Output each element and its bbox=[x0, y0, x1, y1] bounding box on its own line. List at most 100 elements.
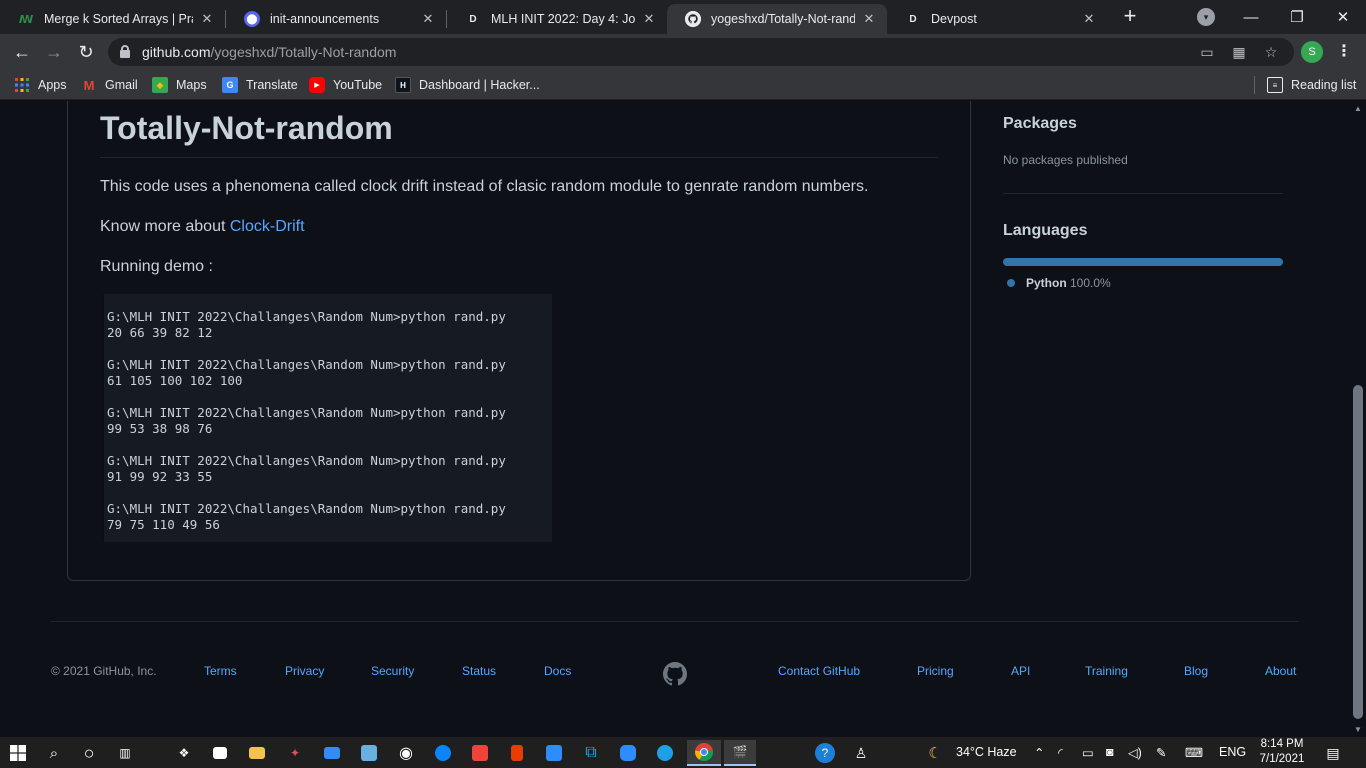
footer-link-security[interactable]: Security bbox=[371, 664, 414, 678]
profile-avatar[interactable]: S bbox=[1301, 41, 1323, 63]
keyboard-icon[interactable]: ⌨ bbox=[1185, 745, 1203, 760]
close-icon[interactable]: ✕ bbox=[1081, 11, 1097, 27]
packages-text: No packages published bbox=[1003, 153, 1128, 167]
volume-icon[interactable]: ◁) bbox=[1128, 745, 1142, 760]
clock[interactable]: 8:14 PM 7/1/2021 bbox=[1258, 737, 1306, 767]
translate-icon: G bbox=[222, 77, 238, 93]
tab-search-icon[interactable]: ▾ bbox=[1197, 8, 1215, 26]
close-window-button[interactable]: ✕ bbox=[1320, 0, 1366, 34]
video-editor-icon[interactable]: 🎬 bbox=[724, 740, 756, 766]
maximize-button[interactable]: ❐ bbox=[1274, 0, 1320, 34]
clock-drift-link[interactable]: Clock-Drift bbox=[230, 218, 305, 235]
close-icon[interactable]: ✕ bbox=[861, 11, 877, 27]
store-icon[interactable] bbox=[207, 740, 233, 766]
weather-text[interactable]: 34°C Haze bbox=[956, 745, 1017, 759]
weather-moon-icon[interactable]: ☾ bbox=[922, 740, 948, 766]
footer-link-docs[interactable]: Docs bbox=[544, 664, 571, 678]
footer-link-privacy[interactable]: Privacy bbox=[285, 664, 324, 678]
bookmark-apps[interactable]: Apps bbox=[14, 75, 67, 95]
app-icon[interactable] bbox=[356, 740, 382, 766]
code-line: G:\MLH INIT 2022\Challanges\Random Num>p… bbox=[107, 453, 506, 468]
lock-icon[interactable] bbox=[120, 45, 130, 58]
bookmark-gmail[interactable]: M Gmail bbox=[81, 75, 138, 95]
browser-toolbar: ← → ↻ github.com/yogeshxd/Totally-Not-ra… bbox=[0, 34, 1366, 70]
bookmark-youtube[interactable]: ▶ YouTube bbox=[309, 75, 382, 95]
github-logo-icon[interactable] bbox=[663, 662, 687, 686]
forward-button[interactable]: → bbox=[41, 39, 67, 65]
wifi-icon[interactable]: ◜ bbox=[1058, 745, 1063, 760]
search-icon[interactable]: ⌕ bbox=[41, 740, 67, 766]
scroll-up-icon[interactable]: ▲ bbox=[1354, 104, 1362, 113]
dropbox-icon[interactable]: ❖ bbox=[171, 740, 197, 766]
new-tab-button[interactable]: + bbox=[1118, 5, 1142, 29]
cast-icon[interactable]: ▭ bbox=[1198, 43, 1216, 61]
footer-link-pricing[interactable]: Pricing bbox=[917, 664, 954, 678]
language-name[interactable]: Python bbox=[1026, 276, 1067, 290]
footer-link-status[interactable]: Status bbox=[462, 664, 496, 678]
back-button[interactable]: ← bbox=[9, 39, 35, 65]
cortana-icon[interactable]: ○ bbox=[76, 740, 102, 766]
address-bar[interactable]: github.com/yogeshxd/Totally-Not-random ▭… bbox=[108, 38, 1294, 66]
footer-link-terms[interactable]: Terms bbox=[204, 664, 237, 678]
pen-icon[interactable]: ✎ bbox=[1156, 745, 1166, 760]
mail-icon[interactable] bbox=[319, 740, 345, 766]
clock-time: 8:14 PM bbox=[1260, 738, 1304, 750]
task-view-icon[interactable]: ▥ bbox=[112, 740, 138, 766]
zoom-meetings-icon[interactable] bbox=[615, 740, 641, 766]
bookmark-star-icon[interactable]: ☆ bbox=[1262, 43, 1280, 61]
close-icon[interactable]: ✕ bbox=[420, 11, 436, 27]
menu-icon[interactable]: ⋮ bbox=[1336, 42, 1352, 62]
tab-github-repo[interactable]: yogeshxd/Totally-Not-random ✕ bbox=[667, 4, 887, 34]
bookmark-translate[interactable]: G Translate bbox=[222, 75, 298, 95]
office-icon[interactable] bbox=[504, 740, 530, 766]
know-more-line: Know more about Clock-Drift bbox=[100, 218, 305, 236]
minimize-button[interactable]: — bbox=[1228, 0, 1274, 34]
messenger-icon[interactable] bbox=[430, 740, 456, 766]
obs-icon[interactable]: ◉ bbox=[393, 740, 419, 766]
help-icon[interactable]: ? bbox=[812, 740, 838, 766]
game-icon[interactable]: ✦ bbox=[282, 740, 308, 766]
footer-link-contact[interactable]: Contact GitHub bbox=[778, 664, 860, 678]
footer-link-about[interactable]: About bbox=[1265, 664, 1296, 678]
tab-init-announcements[interactable]: ⬤ init-announcements ✕ bbox=[226, 4, 446, 34]
geeksforgeeks-icon: ꟿ bbox=[18, 13, 34, 26]
devpost-icon: D bbox=[909, 13, 917, 25]
gmail-icon: M bbox=[83, 77, 95, 93]
page-scrollbar[interactable]: ▲ ▼ bbox=[1350, 101, 1366, 737]
code-block[interactable]: G:\MLH INIT 2022\Challanges\Random Num>p… bbox=[101, 294, 552, 542]
reading-list-button[interactable]: ≡ Reading list bbox=[1267, 75, 1356, 95]
footer-link-api[interactable]: API bbox=[1011, 664, 1030, 678]
bookmark-maps[interactable]: ◆ Maps bbox=[152, 75, 207, 95]
tab-devpost[interactable]: D Devpost ✕ bbox=[887, 4, 1107, 34]
footer-link-training[interactable]: Training bbox=[1085, 664, 1128, 678]
vscode-icon[interactable]: ⧉ bbox=[578, 740, 604, 766]
chrome-icon[interactable] bbox=[687, 740, 721, 766]
camera-icon[interactable]: ◙ bbox=[1106, 745, 1114, 759]
reload-button[interactable]: ↻ bbox=[73, 39, 99, 65]
scroll-down-icon[interactable]: ▼ bbox=[1354, 725, 1362, 734]
people-icon[interactable]: ♙ bbox=[848, 740, 874, 766]
chevron-up-icon[interactable]: ⌃ bbox=[1034, 745, 1044, 760]
edge-icon[interactable] bbox=[652, 740, 678, 766]
scrollbar-thumb[interactable] bbox=[1353, 385, 1363, 719]
close-icon[interactable]: ✕ bbox=[199, 11, 215, 27]
file-explorer-icon[interactable] bbox=[244, 740, 270, 766]
bookmark-hackerrank[interactable]: H Dashboard | Hacker... bbox=[395, 75, 540, 95]
tab-merge-k-sorted[interactable]: ꟿ Merge k Sorted Arrays | Practice ✕ bbox=[0, 4, 225, 34]
notifications-icon[interactable]: ▤ bbox=[1320, 740, 1346, 766]
footer-link-blog[interactable]: Blog bbox=[1184, 664, 1208, 678]
language-indicator[interactable]: ENG bbox=[1219, 745, 1246, 759]
close-icon[interactable]: ✕ bbox=[641, 11, 657, 27]
battery-icon[interactable]: ▭ bbox=[1082, 745, 1094, 760]
windows-start-icon[interactable] bbox=[5, 740, 31, 766]
anydesk-icon[interactable] bbox=[467, 740, 493, 766]
packages-heading[interactable]: Packages bbox=[1003, 115, 1077, 133]
qr-code-icon[interactable]: ▦ bbox=[1230, 43, 1248, 61]
bookmark-label: Dashboard | Hacker... bbox=[419, 78, 540, 92]
apps-grid-icon bbox=[14, 77, 30, 93]
tab-title: Devpost bbox=[931, 12, 977, 26]
zoom-icon[interactable] bbox=[541, 740, 567, 766]
url-text[interactable]: github.com/yogeshxd/Totally-Not-random bbox=[142, 44, 396, 60]
tab-mlh-init[interactable]: D MLH INIT 2022: Day 4: Join us ✕ bbox=[447, 4, 667, 34]
github-page: Totally-Not-random This code uses a phen… bbox=[0, 101, 1350, 737]
